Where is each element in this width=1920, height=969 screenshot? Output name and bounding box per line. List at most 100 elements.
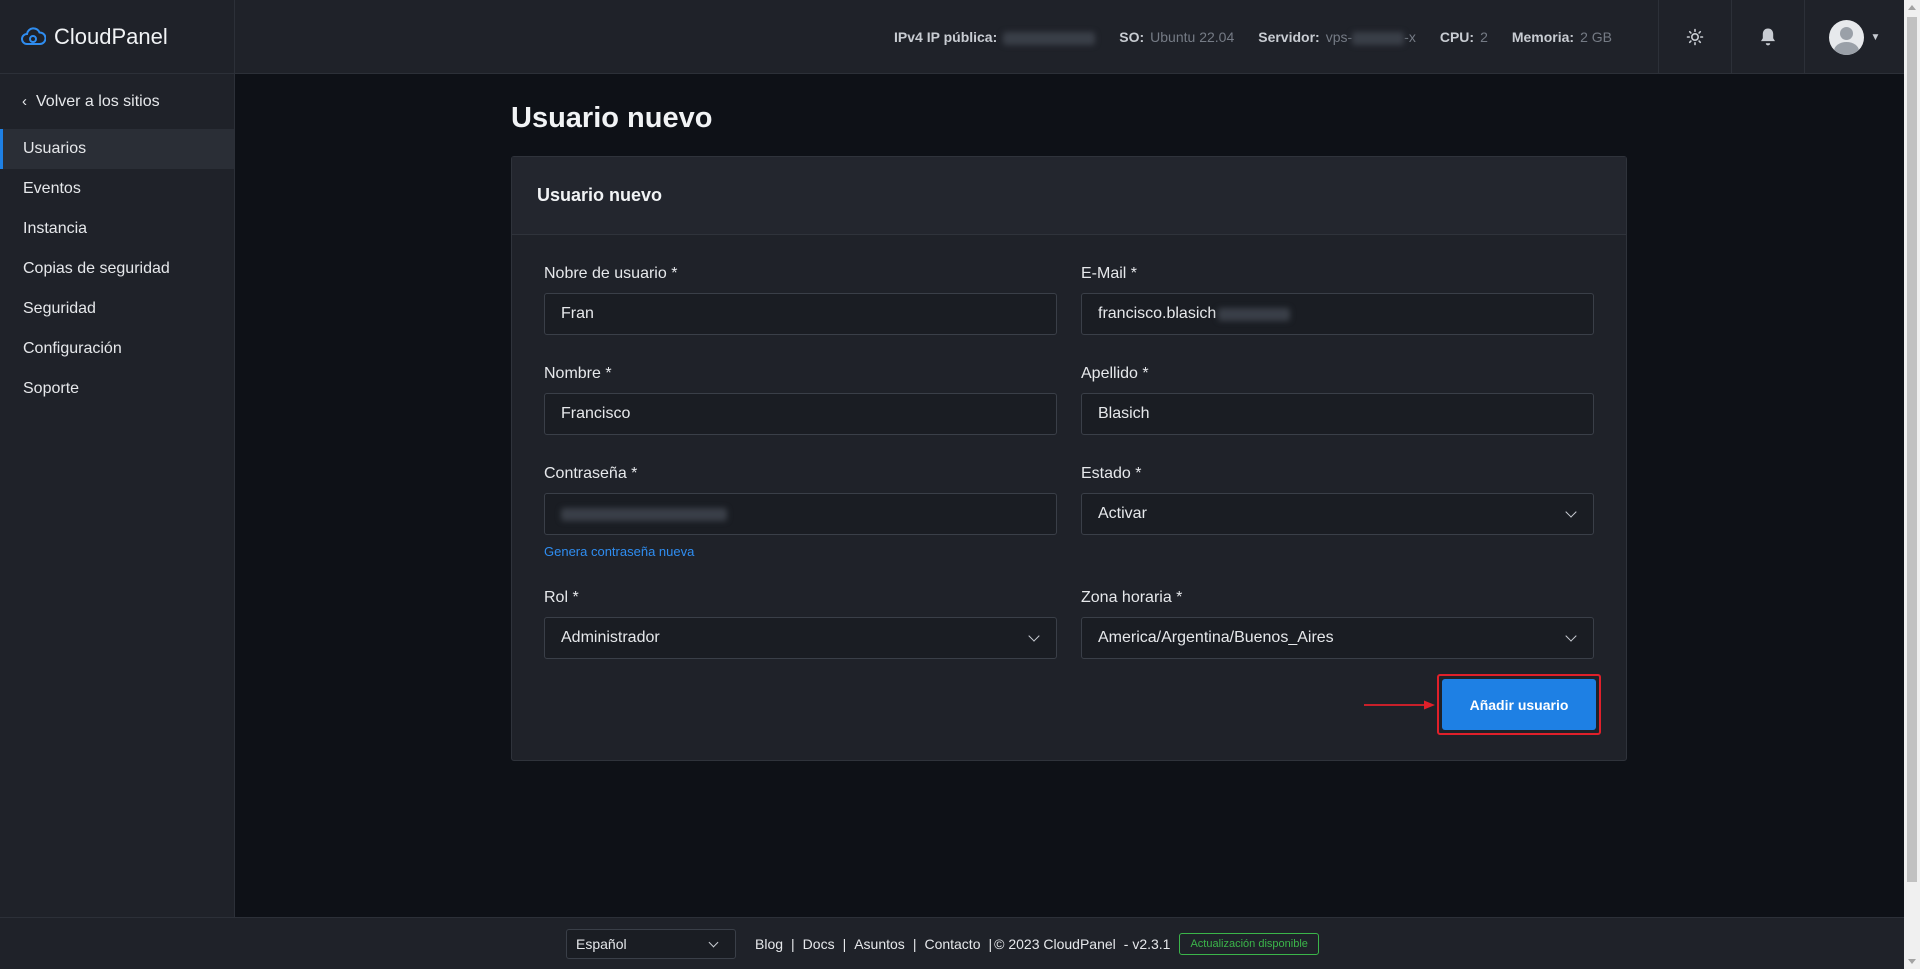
theme-toggle-button[interactable]	[1658, 0, 1731, 74]
status-field: Estado * Activar	[1081, 465, 1594, 535]
scroll-up-icon[interactable]	[1908, 5, 1916, 10]
memory-label: Memoria:	[1511, 29, 1575, 45]
sidebar-item-instancia[interactable]: Instancia	[0, 209, 234, 249]
sidebar-item-label: Instancia	[23, 220, 88, 237]
app-name: CloudPanel	[54, 23, 168, 49]
bell-icon	[1761, 28, 1775, 46]
status-select[interactable]: Activar	[1081, 493, 1594, 535]
separator: |	[912, 936, 917, 952]
sidebar-item-copias-de-seguridad[interactable]: Copias de seguridad	[0, 249, 234, 289]
password-label: Contraseña *	[544, 465, 638, 482]
system-info: IPv4 IP pública: SO: Ubuntu 22.04 Servid…	[870, 0, 1612, 74]
highlight-box: Añadir usuario	[1437, 674, 1601, 735]
os-label: SO:	[1119, 29, 1145, 45]
avatar	[1828, 19, 1864, 55]
first-name-input[interactable]: Francisco	[544, 393, 1057, 435]
user-menu-button[interactable]: ▼	[1804, 0, 1904, 74]
status-value: Activar	[1098, 505, 1147, 522]
separator: |	[842, 936, 847, 952]
email-input[interactable]: francisco.blasich	[1081, 293, 1594, 335]
os-value: Ubuntu 22.04	[1150, 29, 1235, 45]
server-suffix: -x	[1404, 29, 1416, 45]
red-arrow-annotation	[1364, 700, 1435, 710]
sidebar-item-label: Eventos	[23, 180, 81, 197]
cpu-label: CPU:	[1439, 29, 1475, 45]
timezone-select[interactable]: America/Argentina/Buenos_Aires	[1081, 617, 1594, 659]
footer-links: Blog | Docs | Asuntos | Contacto | © 202…	[755, 918, 1319, 969]
chevron-left-icon: ‹	[22, 93, 27, 110]
chevron-down-icon	[708, 937, 719, 948]
chevron-down-icon	[1028, 630, 1040, 642]
role-value: Administrador	[561, 629, 660, 646]
sidebar-item-eventos[interactable]: Eventos	[0, 169, 234, 209]
email-redacted	[1218, 307, 1291, 321]
chevron-down-icon	[1565, 630, 1577, 642]
cloud-logo-icon	[21, 26, 46, 45]
timezone-field: Zona horaria * America/Argentina/Buenos_…	[1081, 589, 1594, 659]
sidebar-item-configuracion[interactable]: Configuración	[0, 329, 234, 369]
server-value: vps- -x	[1326, 29, 1416, 45]
server-label: Servidor:	[1258, 29, 1320, 45]
ip-label: IPv4 IP pública:	[894, 29, 998, 45]
footer-link-blog[interactable]: Blog	[755, 936, 783, 952]
chevron-down-icon	[1565, 506, 1577, 518]
logo[interactable]: CloudPanel	[0, 0, 234, 74]
last-name-input[interactable]: Blasich	[1081, 393, 1594, 435]
separator: |	[791, 936, 795, 952]
footer-link-docs[interactable]: Docs	[803, 936, 835, 952]
back-to-sites-link[interactable]: ‹ Volver a los sitios	[0, 74, 234, 129]
password-input[interactable]	[544, 493, 1057, 535]
topbar: IPv4 IP pública: SO: Ubuntu 22.04 Servid…	[235, 0, 1904, 74]
first-name-value: Francisco	[561, 405, 631, 422]
email-label: E-Mail *	[1081, 265, 1138, 282]
topbar-actions: ▼	[1658, 0, 1904, 74]
sidebar-item-usuarios[interactable]: Usuarios	[0, 129, 234, 169]
scrollbar-thumb[interactable]	[1907, 17, 1917, 882]
timezone-label: Zona horaria *	[1081, 589, 1183, 606]
first-name-field: Nombre * Francisco	[544, 365, 1057, 435]
scroll-down-icon[interactable]	[1908, 959, 1916, 964]
language-value: Español	[576, 936, 627, 952]
memory-value: 2 GB	[1580, 29, 1612, 45]
username-input[interactable]: Fran	[544, 293, 1057, 335]
username-field: Nobre de usuario * Fran	[544, 265, 1057, 335]
back-to-sites-label: Volver a los sitios	[36, 92, 160, 110]
ip-value	[1003, 29, 1096, 45]
update-available-badge[interactable]: Actualización disponible	[1179, 933, 1319, 955]
last-name-label: Apellido *	[1081, 365, 1149, 382]
first-name-label: Nombre *	[544, 365, 612, 382]
role-select[interactable]: Administrador	[544, 617, 1057, 659]
timezone-value: America/Argentina/Buenos_Aires	[1098, 629, 1334, 646]
sun-icon	[1686, 28, 1704, 46]
last-name-value: Blasich	[1098, 405, 1150, 422]
notifications-button[interactable]	[1731, 0, 1804, 74]
footer-link-contacto[interactable]: Contacto	[924, 936, 980, 952]
username-label: Nobre de usuario *	[544, 265, 678, 282]
footer: Español Blog | Docs | Asuntos | Contacto…	[0, 917, 1904, 969]
role-label: Rol *	[544, 589, 579, 606]
new-user-card: Usuario nuevo Nobre de usuario * Fran E-…	[511, 156, 1627, 761]
add-user-button[interactable]: Añadir usuario	[1442, 679, 1596, 730]
version: - v2.3.1	[1123, 936, 1171, 952]
scrollbar[interactable]	[1904, 0, 1920, 969]
separator: |	[988, 936, 993, 952]
email-value: francisco.blasich	[1098, 305, 1217, 322]
status-label: Estado *	[1081, 465, 1142, 482]
generate-password-link[interactable]: Genera contraseña nueva	[544, 544, 694, 559]
sidebar: CloudPanel ‹ Volver a los sitios Usuario…	[0, 0, 235, 917]
role-field: Rol * Administrador	[544, 589, 1057, 659]
sidebar-item-soporte[interactable]: Soporte	[0, 369, 234, 409]
footer-link-asuntos[interactable]: Asuntos	[854, 936, 905, 952]
caret-down-icon: ▼	[1870, 31, 1881, 43]
last-name-field: Apellido * Blasich	[1081, 365, 1594, 435]
cpu-value: 2	[1480, 29, 1488, 45]
email-field: E-Mail * francisco.blasich	[1081, 265, 1594, 335]
sidebar-item-seguridad[interactable]: Seguridad	[0, 289, 234, 329]
sidebar-item-label: Seguridad	[23, 300, 96, 317]
language-select[interactable]: Español	[566, 929, 736, 959]
sidebar-item-label: Copias de seguridad	[23, 260, 170, 277]
username-value: Fran	[561, 305, 594, 322]
sidebar-item-label: Usuarios	[23, 140, 87, 157]
sidebar-item-label: Configuración	[23, 340, 122, 357]
page-title: Usuario nuevo	[511, 102, 713, 134]
